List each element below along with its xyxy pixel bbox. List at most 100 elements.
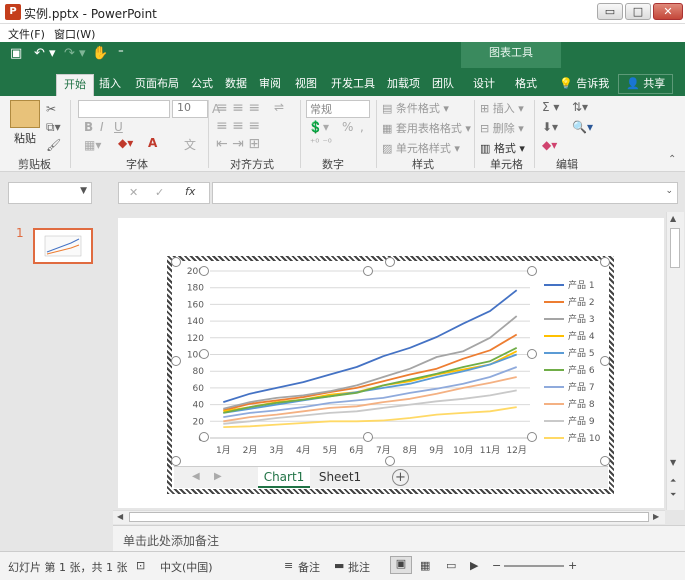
scroll-down-icon[interactable]: ▼ [670,458,676,467]
line-chart[interactable]: 0204060801001201401601802001月2月3月4月5月6月7… [172,261,609,467]
frame-handle[interactable] [171,356,181,366]
tell-me-box[interactable]: 💡 告诉我 [552,74,616,96]
resize-handle[interactable] [363,432,373,442]
resize-handle[interactable] [527,349,537,359]
frame-handle[interactable] [171,456,181,466]
frame-handle[interactable] [600,356,610,366]
redo-icon[interactable]: ↷ ▾ [64,46,86,61]
tab-view[interactable]: 视图 [288,74,324,96]
cut-icon[interactable]: ✂ [46,102,56,116]
expand-icon[interactable]: ⌄ [665,186,673,196]
number-format-dropdown[interactable]: 常规 [306,100,370,118]
resize-handle[interactable] [199,432,209,442]
resize-handle[interactable] [363,266,373,276]
menu-window[interactable]: 窗口(W) [54,26,95,42]
scroll-right-icon[interactable]: ▶ [653,512,659,521]
bold-icon[interactable]: B [84,120,93,134]
zoom-slider[interactable] [504,565,564,567]
notes-placeholder[interactable]: 单击此处添加备注 [123,532,219,549]
undo-icon[interactable]: ↶ ▾ [34,46,56,61]
find-icon[interactable]: 🔍▾ [572,120,593,134]
slideshow-icon[interactable]: ▶ [470,559,478,572]
format-as-table-button[interactable]: ▦ 套用表格格式 ▾ [382,120,471,136]
scroll-thumb[interactable] [670,228,680,268]
sort-filter-icon[interactable]: ⇅▾ [572,100,588,114]
wrap-text-icon[interactable]: ⇌ [274,100,284,114]
clear-icon[interactable]: ◆▾ [542,138,557,152]
fill-icon[interactable]: ⬇▾ [542,120,558,134]
comma-icon[interactable]: , [360,120,364,134]
tab-insert[interactable]: 插入 [92,74,128,96]
align-center-icon[interactable]: ≡ ≡ ≡ [216,118,260,134]
resize-handle[interactable] [199,266,209,276]
minimize-button[interactable]: ▭ [597,3,623,20]
vertical-scrollbar[interactable]: ▲ ▼ ⏶ ⏷ [666,212,684,510]
borders-icon[interactable]: ▦▾ [84,138,101,152]
decimal-icons[interactable]: ⁺⁰ ⁻⁰ [310,138,332,149]
menu-file[interactable]: 文件(F) [8,26,45,42]
slide-sorter-icon[interactable]: ▦ [420,559,430,572]
horizontal-scrollbar[interactable]: ◀ ▶ [113,510,665,524]
hscroll-thumb[interactable] [129,512,649,522]
touch-mode-icon[interactable]: ✋ [92,46,108,61]
indent-icon[interactable]: ⇤ ⇥ ⊞ [216,136,260,152]
tab-addins[interactable]: 加载项 [380,74,427,96]
maximize-button[interactable]: □ [625,3,651,20]
reading-view-icon[interactable]: ▭ [446,559,456,572]
tab-developer[interactable]: 开发工具 [324,74,382,96]
share-button[interactable]: 👤 共享 [618,74,674,94]
tab-design[interactable]: 设计 [466,74,502,96]
add-sheet-icon[interactable]: + [392,469,409,486]
paste-label[interactable]: 粘贴 [14,130,36,146]
percent-icon[interactable]: % [342,120,353,134]
currency-icon[interactable]: 💲▾ [308,120,329,134]
sheet-tab-chart1[interactable]: Chart1 [258,467,310,488]
tab-page-layout[interactable]: 页面布局 [128,74,186,96]
frame-handle[interactable] [600,456,610,466]
insert-cells-button[interactable]: ⊞ 插入 ▾ [480,100,524,116]
paste-icon[interactable] [10,100,40,128]
tab-format[interactable]: 格式 [508,74,544,96]
underline-icon[interactable]: U [114,120,123,134]
format-cells-button[interactable]: ▥ 格式 ▾ [480,140,525,156]
prev-sheet-icon[interactable]: ◀ [192,471,200,482]
fx-icon[interactable]: fx [185,185,195,198]
frame-handle[interactable] [385,456,395,466]
close-button[interactable]: ✕ [653,3,683,20]
notes-pane[interactable]: 单击此处添加备注 [113,525,685,551]
prev-slide-icon[interactable]: ⏶ [670,476,676,486]
tab-review[interactable]: 审阅 [252,74,288,96]
frame-handle[interactable] [171,257,181,267]
name-box[interactable]: ▼ [8,182,92,204]
collapse-ribbon-icon[interactable]: ⌃ [668,154,676,165]
sheet-tab-sheet1[interactable]: Sheet1 [314,467,366,488]
scroll-left-icon[interactable]: ◀ [117,512,123,521]
cancel-icon[interactable]: ✕ [129,186,138,199]
format-painter-icon[interactable]: 🖌 [46,138,61,152]
phonetic-icon[interactable]: 文 [184,136,196,153]
copy-icon[interactable]: ⧉▾ [46,120,61,135]
enter-icon[interactable]: ✓ [155,186,164,199]
tab-data[interactable]: 数据 [218,74,254,96]
formula-input[interactable]: ⌄ [212,182,678,204]
scroll-up-icon[interactable]: ▲ [670,214,676,223]
zoom-in-icon[interactable]: + [568,559,577,572]
delete-cells-button[interactable]: ⊟ 删除 ▾ [480,120,524,136]
normal-view-icon[interactable]: ▣ [390,556,412,574]
autosum-icon[interactable]: Σ ▾ [542,100,559,114]
slide-thumbnail[interactable] [33,228,93,264]
next-sheet-icon[interactable]: ▶ [214,471,222,482]
customize-qat-icon[interactable]: ⁼ [118,46,124,59]
font-size-dropdown[interactable]: 10 [172,100,208,118]
cell-styles-button[interactable]: ▨ 单元格样式 ▾ [382,140,460,156]
italic-icon[interactable]: I [100,120,104,134]
tab-formulas[interactable]: 公式 [184,74,220,96]
save-icon[interactable]: ▣ [10,46,22,61]
font-color-icon[interactable]: A [148,136,157,150]
tab-home[interactable]: 开始 [56,74,94,96]
resize-handle[interactable] [199,349,209,359]
conditional-format-button[interactable]: ▤ 条件格式 ▾ [382,100,449,116]
align-top-icon[interactable]: ≡ ≡ ≡ [216,100,260,116]
tab-team[interactable]: 团队 [425,74,461,96]
comments-toggle[interactable]: 批注 [348,559,370,575]
